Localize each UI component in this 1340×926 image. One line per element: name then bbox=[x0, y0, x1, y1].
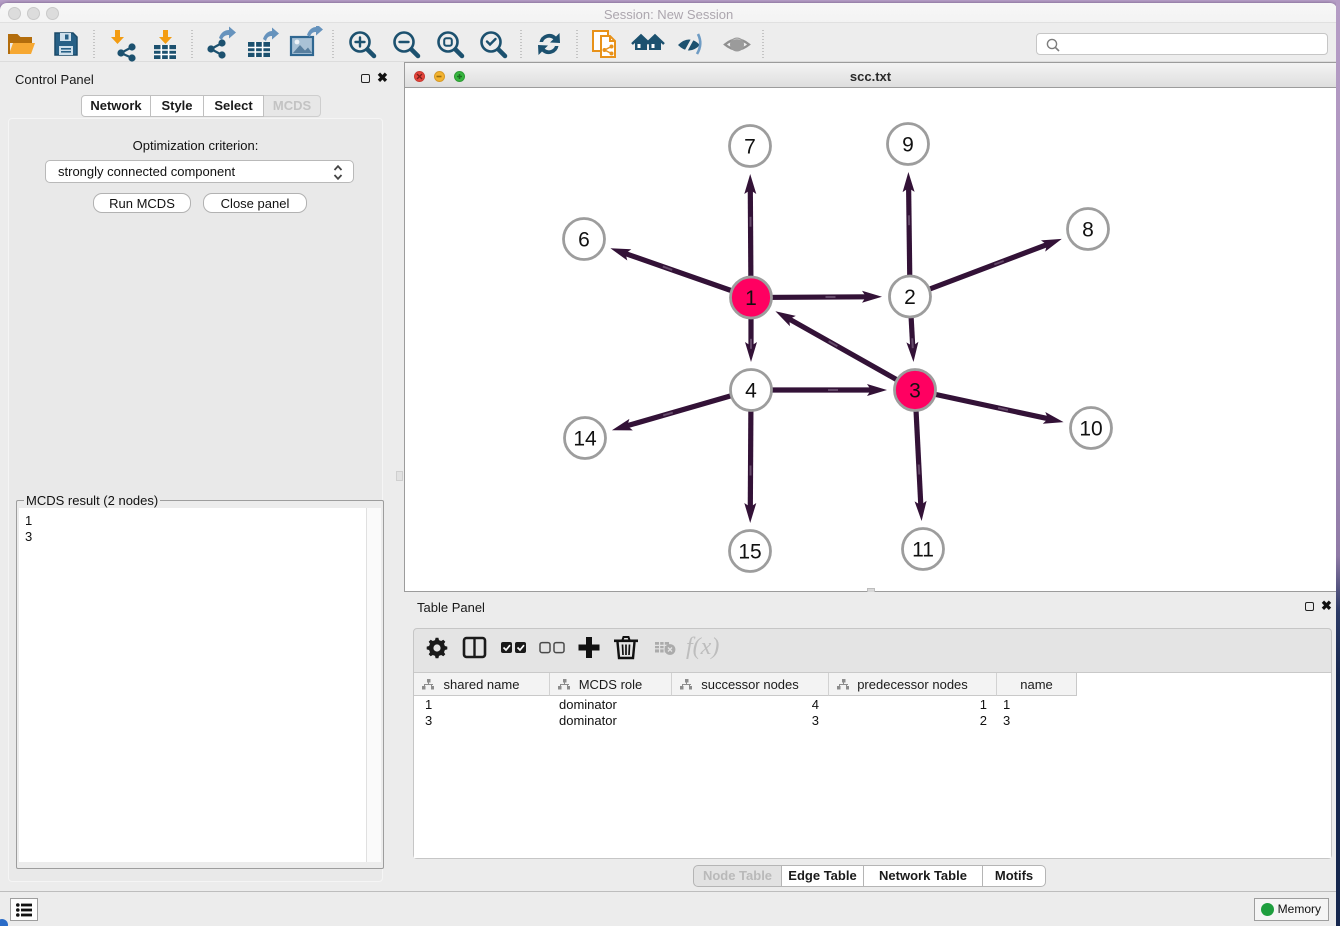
svg-text:7: 7 bbox=[744, 136, 756, 159]
svg-text:8: 8 bbox=[1082, 219, 1094, 242]
svg-text:15: 15 bbox=[738, 541, 761, 564]
svg-text:1: 1 bbox=[745, 287, 757, 310]
svg-text:10: 10 bbox=[1079, 418, 1102, 441]
svg-text:11: 11 bbox=[912, 539, 934, 562]
svg-text:9: 9 bbox=[902, 134, 914, 157]
svg-text:2: 2 bbox=[904, 286, 916, 309]
svg-text:14: 14 bbox=[573, 428, 597, 451]
svg-text:3: 3 bbox=[909, 380, 921, 403]
svg-text:6: 6 bbox=[578, 229, 590, 252]
svg-text:4: 4 bbox=[745, 380, 757, 403]
